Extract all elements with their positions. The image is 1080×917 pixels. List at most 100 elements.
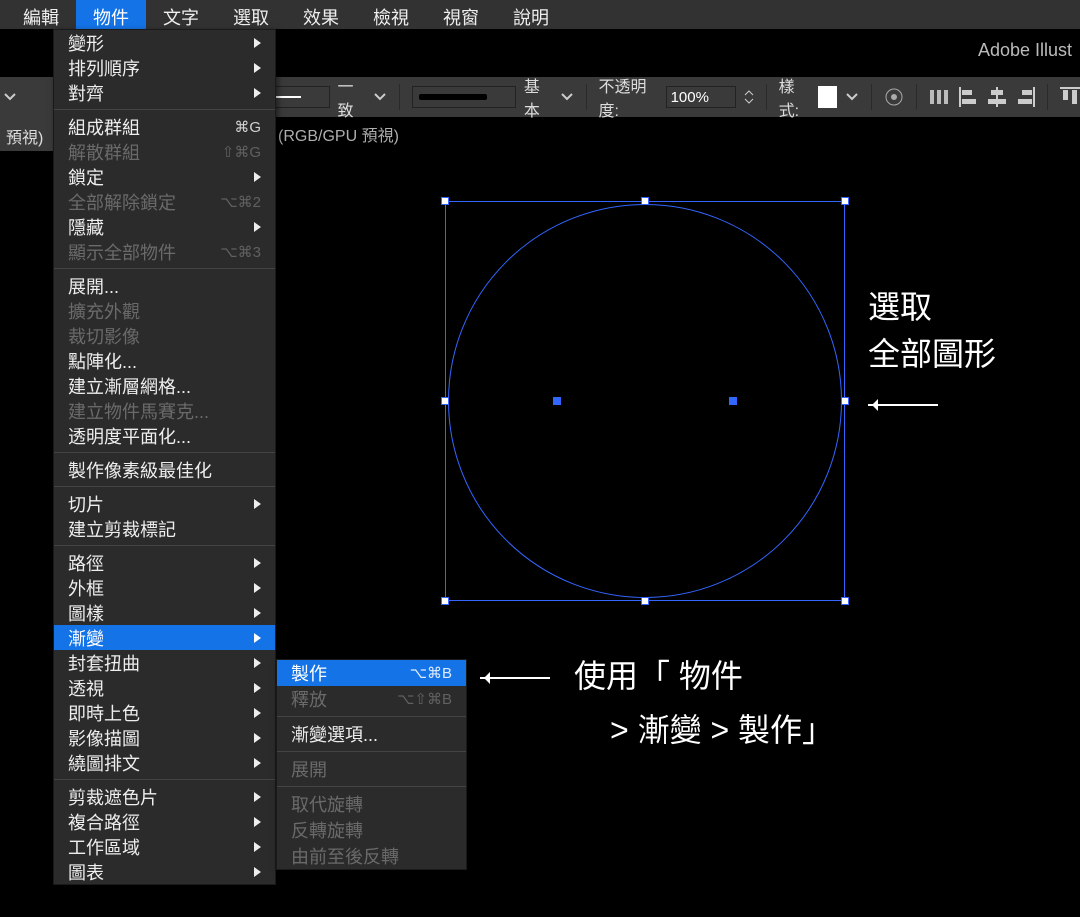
menu-item[interactable]: 外框 [54,575,275,600]
submenu-arrow-icon [254,867,261,877]
submenu-arrow-icon [254,608,261,618]
submenu-arrow-icon [254,558,261,568]
menu-item[interactable]: 變形 [54,30,275,55]
menu-item-label: 建立漸層網格... [68,373,191,399]
menu-item[interactable]: 圖樣 [54,600,275,625]
menu-item[interactable]: 複合路徑 [54,809,275,834]
menu-item[interactable]: 隱藏 [54,214,275,239]
menu-item[interactable]: 漸變 [54,625,275,650]
document-tab-right[interactable]: (RGB/GPU 預視) [278,122,399,146]
menu-item[interactable]: 透明度平面化... [54,423,275,448]
menu-item[interactable]: 對齊 [54,80,275,105]
menu-item[interactable]: 鎖定 [54,164,275,189]
handle-se[interactable] [841,597,849,605]
menu-item[interactable]: 切片 [54,491,275,516]
menu-item-label: 複合路徑 [68,809,140,835]
style-swatch[interactable] [818,86,837,108]
handle-w[interactable] [441,397,449,405]
menu-item[interactable]: 建立剪裁標記 [54,516,275,541]
menu-item[interactable]: 製作像素級最佳化 [54,457,275,482]
handle-sw[interactable] [441,597,449,605]
opacity-input[interactable] [666,86,736,108]
arrow-icon [868,404,938,406]
canvas-selection[interactable] [445,201,845,601]
menu-shortcut: ⌥⌘B [410,664,452,682]
handle-ne[interactable] [841,197,849,205]
align-top-icon[interactable] [1060,87,1080,107]
menu-item[interactable]: 圖表 [54,859,275,884]
menu-item[interactable]: 路徑 [54,550,275,575]
menu-item[interactable]: 影像描圖 [54,725,275,750]
menu-item-label: 圖樣 [68,600,104,626]
submenu-item: 由前至後反轉 [277,843,466,869]
menu-shortcut: ⌘G [234,118,261,136]
menu-item[interactable]: 剪裁遮色片 [54,784,275,809]
recolor-artwork-icon[interactable] [884,86,904,108]
menu-item[interactable]: 點陣化... [54,348,275,373]
active-tab-left[interactable]: 預視) [6,124,43,148]
menu-item[interactable]: 建立漸層網格... [54,373,275,398]
menubar-item[interactable]: 編輯 [6,0,76,29]
menu-item[interactable]: 組成群組 ⌘G [54,114,275,139]
ellipse-path[interactable] [448,204,842,598]
menu-item-label: 組成群組 [68,114,140,140]
chevron-down-icon[interactable] [373,90,387,104]
menu-separator [54,486,275,487]
submenu-arrow-icon [254,38,261,48]
menubar-item[interactable]: 視窗 [426,0,496,29]
menu-item[interactable]: 工作區域 [54,834,275,859]
menu-item-label: 顯示全部物件 [68,239,176,265]
menubar-item[interactable]: 文字 [146,0,216,29]
menu-item-label: 剪裁遮色片 [68,784,158,810]
menu-item-label: 透明度平面化... [68,423,191,449]
align-left-icon[interactable] [959,87,979,107]
align-hcenter-icon[interactable] [987,87,1007,107]
chevron-down-icon[interactable] [560,90,574,104]
submenu-item: 釋放⌥⇧⌘B [277,686,466,712]
align-panel-icon[interactable] [929,86,951,108]
brand-label: Adobe Illust [978,40,1072,61]
submenu-arrow-icon [254,63,261,73]
menu-item-label: 鎖定 [68,164,104,190]
arrow-icon [480,677,550,679]
chevron-down-icon[interactable] [845,90,859,104]
submenu-arrow-icon [254,88,261,98]
menu-item-label: 影像描圖 [68,725,140,751]
submenu-item[interactable]: 漸變選項... [277,721,466,747]
center-handle[interactable] [553,397,561,405]
menu-item-label: 漸變 [68,625,104,651]
handle-n[interactable] [641,197,649,205]
menu-item[interactable]: 即時上色 [54,700,275,725]
handle-nw[interactable] [441,197,449,205]
brush-dropdown[interactable] [412,86,516,108]
handle-s[interactable] [641,597,649,605]
menu-item-label: 擴充外觀 [68,298,140,324]
menubar-item[interactable]: 物件 [76,0,146,29]
menubar-item[interactable]: 檢視 [356,0,426,29]
menubar-item[interactable]: 說明 [496,0,566,29]
menu-item-label: 外框 [68,575,104,601]
menu-item-label: 漸變選項... [291,721,378,747]
submenu-item[interactable]: 製作 ⌥⌘B [277,660,466,686]
align-right-icon[interactable] [1015,87,1035,107]
menu-item[interactable]: 繞圖排文 [54,750,275,775]
menu-item-label: 製作 [291,660,327,686]
menu-item-label: 繞圖排文 [68,750,140,776]
menu-item[interactable]: 透視 [54,675,275,700]
menubar-item[interactable]: 選取 [216,0,286,29]
menu-item: 全部解除鎖定⌥⌘2 [54,189,275,214]
menubar-item[interactable]: 效果 [286,0,356,29]
menu-item: 裁切影像 [54,323,275,348]
color-swatch-dropdown[interactable] [0,87,20,107]
menu-item[interactable]: 封套扭曲 [54,650,275,675]
menu-item[interactable]: 排列順序 [54,55,275,80]
menu-separator [54,268,275,269]
menu-item-label: 解散群組 [68,139,140,165]
opacity-stepper[interactable] [744,88,754,106]
style-label: 樣式: [779,73,810,121]
handle-e[interactable] [841,397,849,405]
menu-separator [277,786,466,787]
menu-item[interactable]: 展開... [54,273,275,298]
center-handle[interactable] [729,397,737,405]
menu-item-label: 變形 [68,30,104,56]
